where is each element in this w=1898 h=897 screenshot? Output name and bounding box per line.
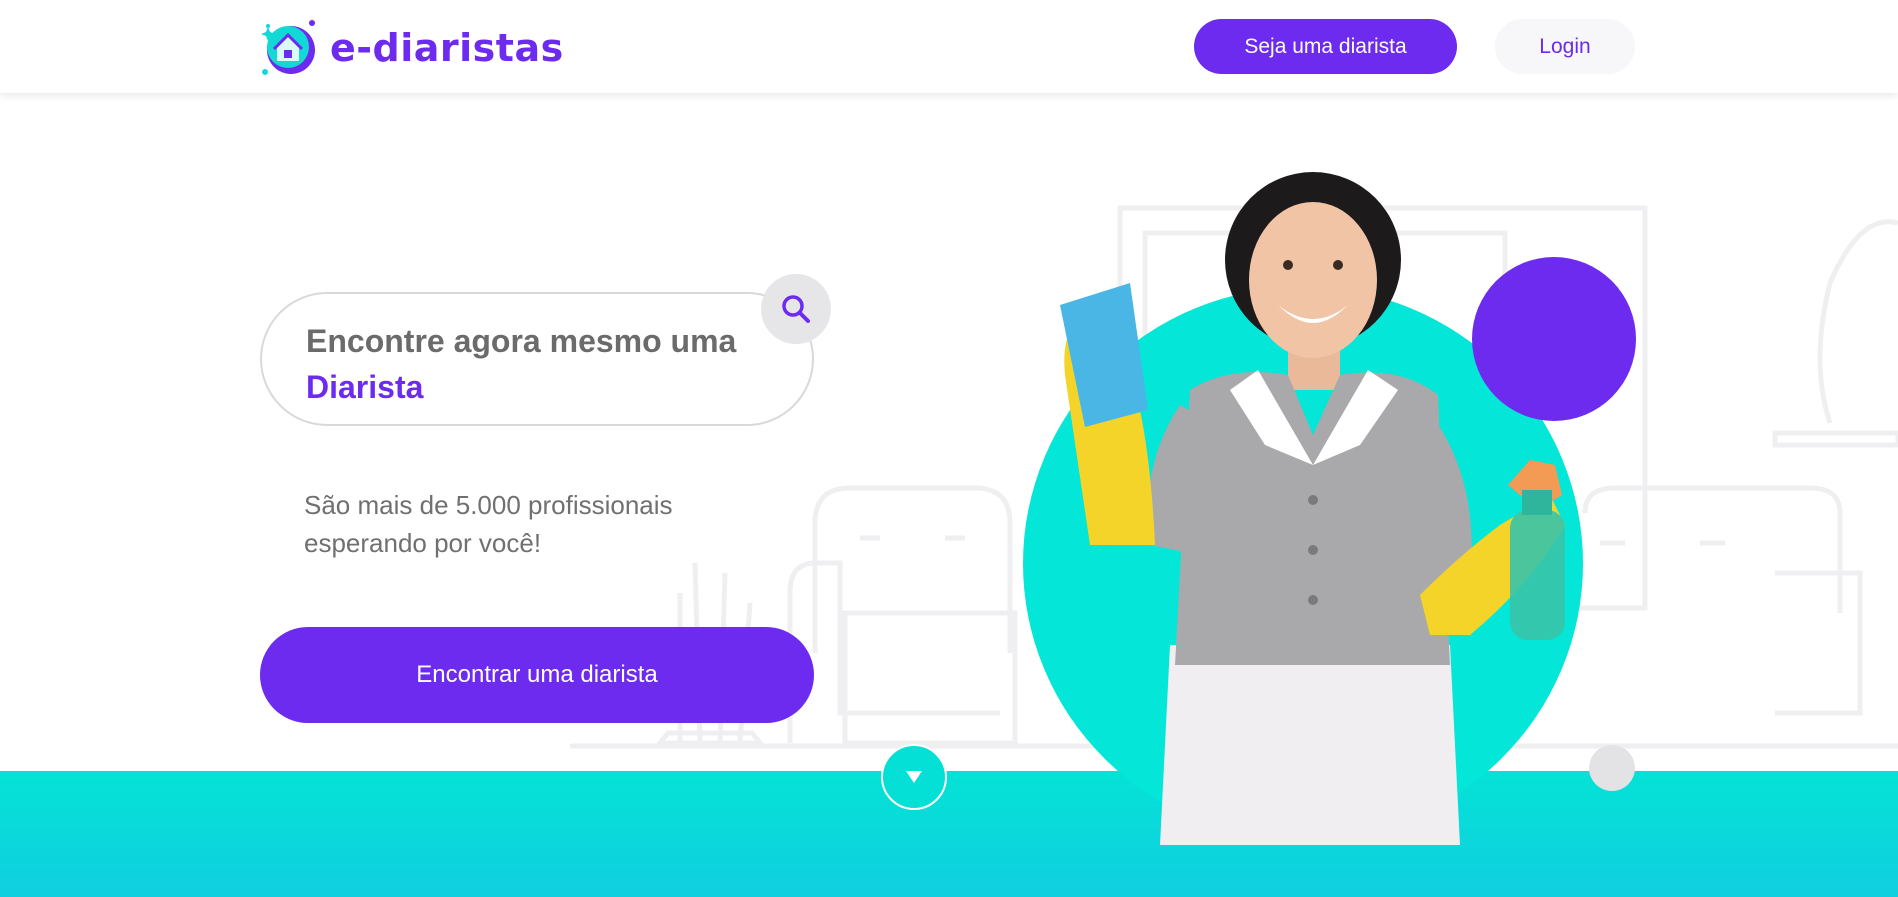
become-diarista-button[interactable]: Seja uma diarista: [1194, 19, 1457, 74]
landing-page: e-diaristas Seja uma diarista Login Enco…: [0, 0, 1898, 897]
house-logo-icon: [261, 20, 315, 75]
search-headline-text: Encontre agora mesmo uma: [306, 323, 737, 359]
brand-name: e-diaristas: [330, 26, 564, 70]
search-icon: [782, 295, 810, 323]
search-highlight-text: Diarista: [306, 369, 424, 405]
scroll-down-button[interactable]: [881, 744, 947, 810]
brand-logo-link[interactable]: e-diaristas: [258, 16, 564, 80]
top-navbar: e-diaristas Seja uma diarista Login: [0, 0, 1898, 93]
cleaning-professional-image: [1060, 172, 1565, 845]
search-headline-pill[interactable]: Encontre agora mesmo uma Diarista: [260, 292, 814, 426]
arrow-down-icon: [906, 771, 922, 783]
login-button[interactable]: Login: [1495, 19, 1635, 74]
find-diarista-button[interactable]: Encontrar uma diarista: [260, 627, 814, 723]
search-button[interactable]: [761, 274, 831, 344]
hero-subtitle: São mais de 5.000 profissionais esperand…: [304, 490, 673, 558]
